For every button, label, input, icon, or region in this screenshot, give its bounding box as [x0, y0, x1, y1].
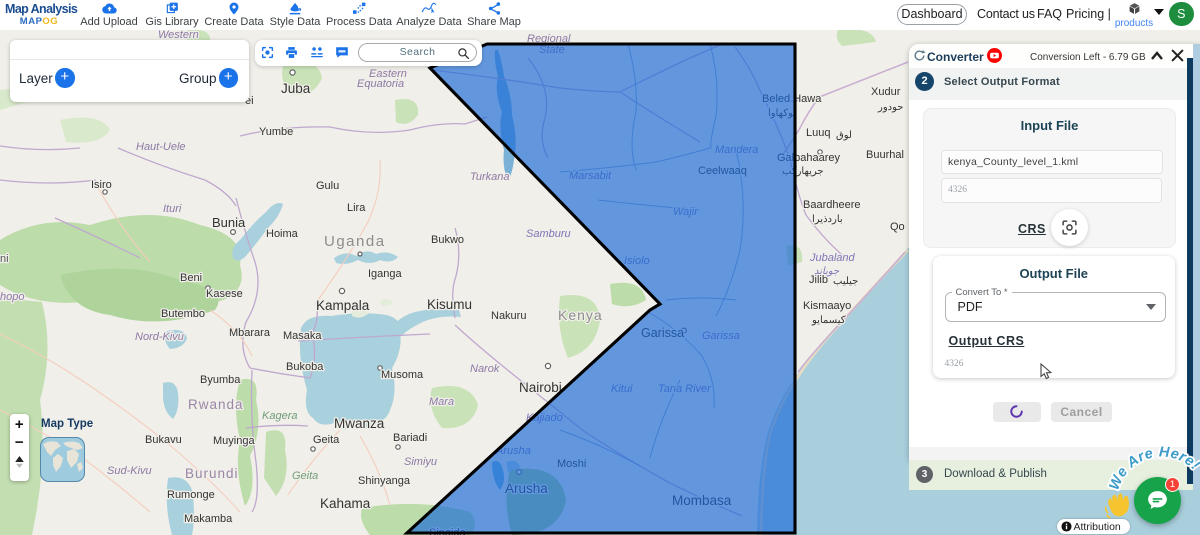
svg-text:Mwanza: Mwanza	[334, 416, 385, 431]
svg-text:كيسمايو: كيسمايو	[811, 315, 846, 326]
svg-text:Yumbe: Yumbe	[259, 126, 293, 138]
svg-text:Nakuru: Nakuru	[491, 310, 526, 322]
svg-text:Kagera: Kagera	[262, 410, 297, 422]
svg-text:Simiyu: Simiyu	[404, 456, 437, 468]
svg-text:Baardheere: Baardheere	[803, 199, 861, 211]
svg-text:باردذيرا: باردذيرا	[812, 214, 843, 225]
svg-text:Bukwo: Bukwo	[431, 234, 464, 246]
svg-text:Geita: Geita	[292, 470, 318, 482]
svg-text:Geita: Geita	[313, 434, 340, 446]
svg-text:جيليب: جيليب	[833, 276, 858, 287]
svg-text:Lira: Lira	[347, 202, 366, 214]
svg-text:Kasese: Kasese	[206, 288, 243, 300]
svg-text:Ituri: Ituri	[163, 203, 182, 215]
svg-text:Samburu: Samburu	[526, 228, 571, 240]
svg-text:Rumonge: Rumonge	[167, 489, 215, 501]
svg-text:ni: ni	[0, 253, 9, 265]
svg-text:Qo: Qo	[890, 221, 905, 233]
svg-text:Uganda: Uganda	[324, 233, 386, 250]
svg-text:Isiro: Isiro	[91, 179, 112, 191]
svg-text:Burundi: Burundi	[185, 466, 239, 481]
svg-text:Haut-Uele: Haut-Uele	[136, 141, 186, 153]
svg-text:Shinyanga: Shinyanga	[358, 475, 411, 487]
svg-text:Bunia: Bunia	[212, 215, 246, 230]
svg-text:Luuq: Luuq	[806, 127, 830, 139]
svg-text:Beni: Beni	[180, 272, 202, 284]
svg-text:Sud-Kivu: Sud-Kivu	[107, 465, 152, 477]
svg-text:Makamba: Makamba	[184, 513, 233, 525]
svg-text:Bukavu: Bukavu	[145, 434, 182, 446]
svg-text:حودور: حودور	[877, 102, 903, 113]
svg-text:Nord-Kivu: Nord-Kivu	[135, 331, 184, 343]
svg-text:Buurhal: Buurhal	[866, 149, 904, 161]
svg-text:Kenya: Kenya	[558, 307, 603, 323]
svg-text:Kismaayo: Kismaayo	[803, 300, 851, 312]
svg-text:Narok: Narok	[470, 363, 500, 375]
svg-text:Musoma: Musoma	[381, 369, 424, 381]
svg-text:Bukoba: Bukoba	[286, 361, 324, 373]
svg-text:Jubaland: Jubaland	[809, 252, 856, 264]
svg-text:Masaka: Masaka	[283, 330, 322, 342]
svg-text:لوق: لوق	[836, 130, 852, 141]
svg-text:Juba: Juba	[281, 81, 311, 96]
svg-text:Bariadi: Bariadi	[393, 432, 427, 444]
svg-text:جوباند: جوباند	[814, 266, 840, 277]
svg-text:Hoima: Hoima	[266, 228, 299, 240]
svg-text:Mbarara: Mbarara	[229, 327, 271, 339]
svg-text:Gulu: Gulu	[316, 180, 339, 192]
svg-text:Muyinga: Muyinga	[213, 435, 255, 447]
svg-text:Equatoria: Equatoria	[357, 78, 404, 90]
svg-text:Nairobi: Nairobi	[519, 380, 562, 395]
svg-text:Byumba: Byumba	[200, 374, 241, 386]
svg-text:Rwanda: Rwanda	[188, 397, 244, 412]
svg-text:Turkana: Turkana	[470, 171, 510, 183]
svg-text:Iganga: Iganga	[368, 268, 403, 280]
svg-text:Butembo: Butembo	[161, 308, 205, 320]
svg-text:Kisumu: Kisumu	[427, 297, 472, 312]
svg-text:hopo: hopo	[0, 291, 24, 303]
svg-text:Kahama: Kahama	[320, 496, 371, 511]
svg-text:Kampala: Kampala	[316, 298, 370, 313]
svg-text:Xudur: Xudur	[871, 86, 901, 98]
svg-text:Mara: Mara	[429, 396, 454, 408]
